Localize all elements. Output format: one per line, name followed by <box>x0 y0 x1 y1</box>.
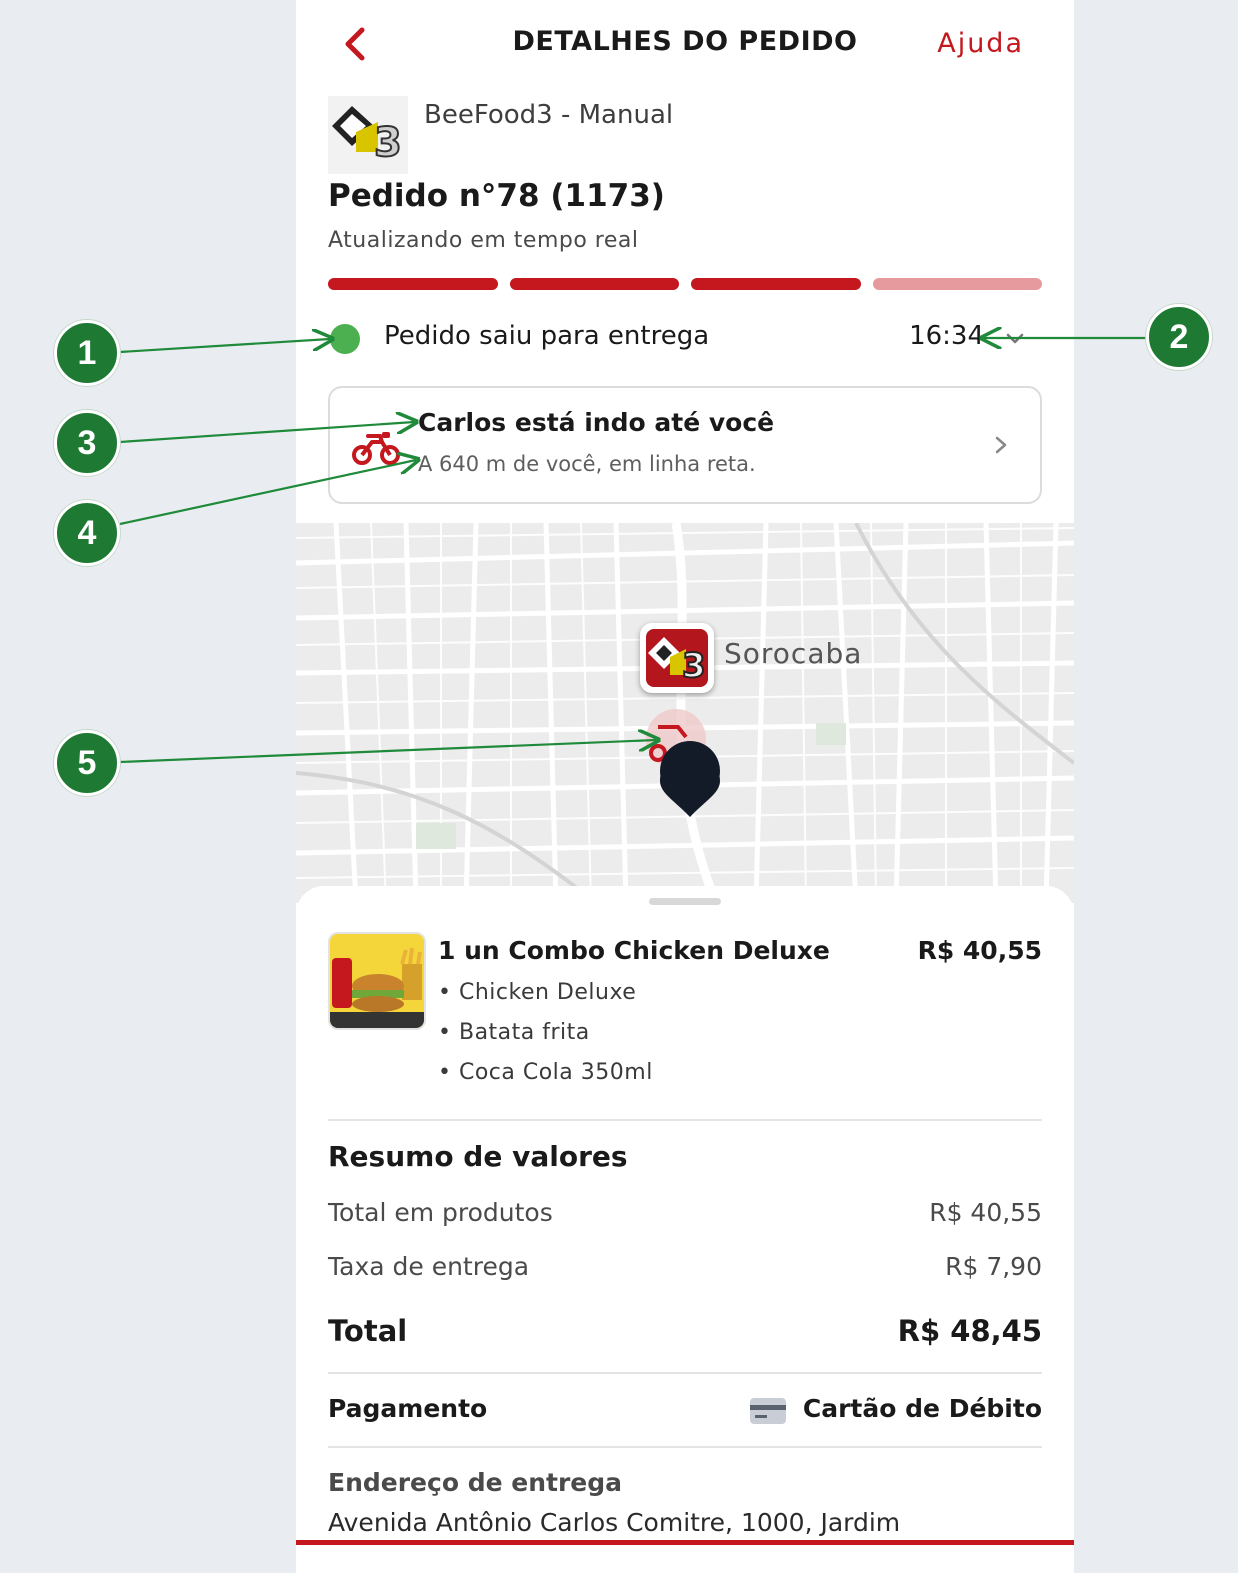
bottom-bar <box>296 1540 1074 1545</box>
sheet-drag-handle[interactable] <box>649 898 721 905</box>
item-component: • Chicken Deluxe <box>438 980 637 1005</box>
divider <box>328 1446 1042 1448</box>
item-component: • Batata frita <box>438 1020 590 1045</box>
order-subtitle: Atualizando em tempo real <box>328 228 639 253</box>
delivery-fee-value: R$ 7,90 <box>945 1252 1042 1281</box>
divider <box>328 1119 1042 1121</box>
delivery-map[interactable]: 3 Sorocaba <box>296 523 1074 903</box>
svg-text:3: 3 <box>374 120 402 166</box>
chevron-right-icon <box>995 436 1007 454</box>
item-component: • Coca Cola 350ml <box>438 1060 653 1085</box>
annotation-marker: 1 <box>54 320 120 386</box>
products-total-label: Total em produtos <box>328 1198 553 1227</box>
annotation-marker: 2 <box>1146 304 1212 370</box>
map-city-label: Sorocaba <box>724 637 863 670</box>
store-name: BeeFood3 - Manual <box>424 100 674 130</box>
progress-step <box>328 278 498 290</box>
payment-method: Cartão de Débito <box>802 1394 1042 1423</box>
item-image <box>328 932 426 1030</box>
divider <box>328 1372 1042 1374</box>
motorcycle-icon <box>352 432 400 465</box>
status-dot-icon <box>330 324 360 354</box>
total-label: Total <box>328 1314 408 1348</box>
courier-title: Carlos está indo até você <box>418 408 775 437</box>
annotation-marker: 5 <box>54 730 120 796</box>
order-title: Pedido n°78 (1173) <box>328 178 665 214</box>
products-total-value: R$ 40,55 <box>929 1198 1042 1227</box>
help-link[interactable]: Ajuda <box>937 28 1024 59</box>
payment-label: Pagamento <box>328 1394 488 1423</box>
progress-step <box>872 278 1042 290</box>
status-time: 16:34 <box>909 321 984 351</box>
item-price: R$ 40,55 <box>917 936 1042 965</box>
order-progress-bar <box>328 278 1042 290</box>
map-store-marker[interactable]: 3 <box>640 623 714 693</box>
status-row[interactable]: Pedido saiu para entrega 16:34 <box>328 318 1042 358</box>
progress-step <box>691 278 861 290</box>
order-details-sheet: 1 un Combo Chicken Deluxe R$ 40,55 • Chi… <box>296 886 1074 1573</box>
svg-text:3: 3 <box>682 646 706 686</box>
store-row: 3 BeeFood3 - Manual <box>328 96 1028 176</box>
address-text: Avenida Antônio Carlos Comitre, 1000, Ja… <box>328 1508 901 1537</box>
store-logo: 3 <box>328 96 408 174</box>
courier-card[interactable]: Carlos está indo até você A 640 m de voc… <box>328 386 1042 504</box>
phone-screen: DETALHES DO PEDIDO Ajuda 3 BeeFood3 - Ma… <box>296 0 1074 1573</box>
status-text: Pedido saiu para entrega <box>384 321 710 351</box>
chevron-down-icon[interactable] <box>1002 326 1028 352</box>
credit-card-icon <box>750 1398 786 1424</box>
annotation-marker: 3 <box>54 410 120 476</box>
courier-distance: A 640 m de você, em linha reta. <box>418 452 756 476</box>
address-label: Endereço de entrega <box>328 1468 623 1497</box>
annotation-marker: 4 <box>54 500 120 566</box>
progress-step <box>509 278 679 290</box>
header: DETALHES DO PEDIDO Ajuda <box>296 0 1074 88</box>
summary-title: Resumo de valores <box>328 1140 628 1173</box>
map-driver-marker[interactable] <box>638 709 738 819</box>
item-title: 1 un Combo Chicken Deluxe <box>438 936 830 965</box>
total-value: R$ 48,45 <box>897 1314 1042 1348</box>
delivery-fee-label: Taxa de entrega <box>328 1252 530 1281</box>
